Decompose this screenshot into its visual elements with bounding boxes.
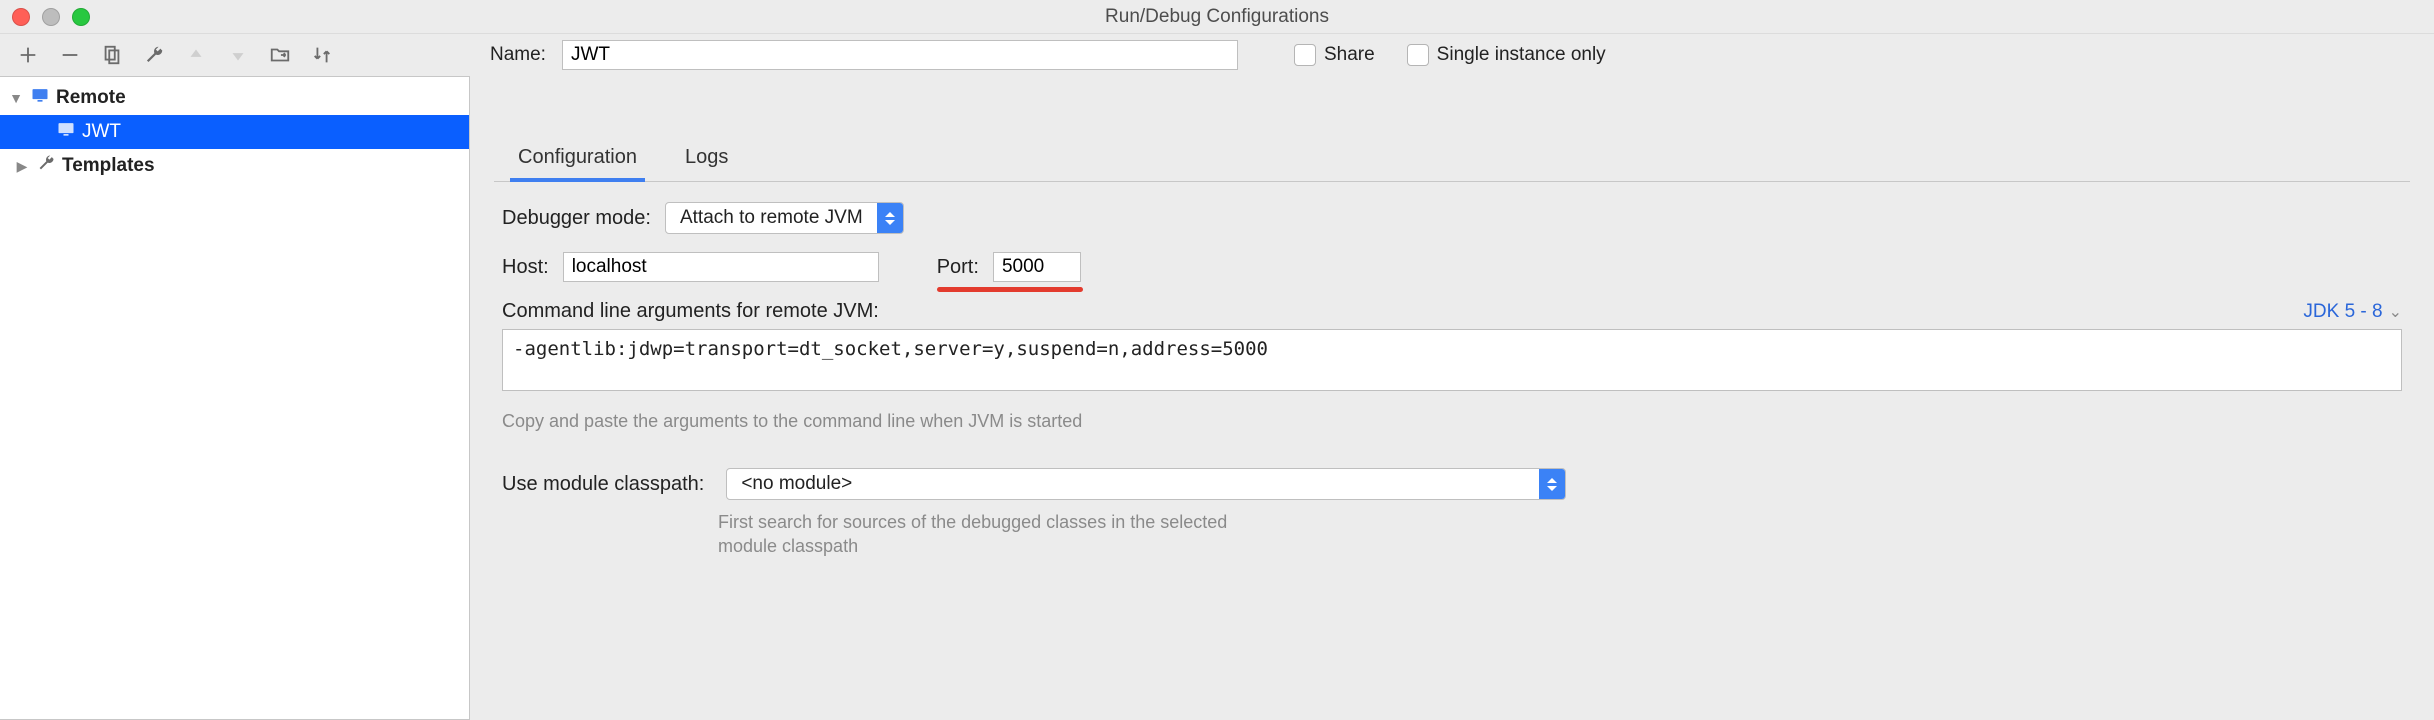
debugger-mode-value: Attach to remote JVM [666, 203, 877, 233]
port-label: Port: [937, 256, 979, 279]
chevron-down-icon: ⌄ [2389, 302, 2402, 322]
tab-label: Logs [685, 146, 728, 168]
tree-node-jwt[interactable]: JWT [0, 115, 469, 149]
copy-icon[interactable] [100, 43, 124, 67]
tree-node-remote[interactable]: ▼ Remote [0, 81, 469, 115]
share-checkbox-wrap[interactable]: Share [1294, 44, 1375, 66]
config-panel: Configuration Logs Debugger mode: Attach… [470, 76, 2434, 720]
remote-item-icon [56, 119, 76, 145]
config-form: Debugger mode: Attach to remote JVM Host… [494, 182, 2410, 559]
host-input[interactable] [563, 252, 879, 282]
debugger-mode-select[interactable]: Attach to remote JVM [665, 202, 904, 234]
tree-node-label: Templates [62, 155, 155, 177]
header-row: Name: Share Single instance only [490, 40, 2410, 70]
module-hint: First search for sources of the debugged… [718, 510, 1238, 559]
chevron-updown-icon [877, 203, 903, 233]
maximize-window-icon[interactable] [72, 8, 90, 26]
share-checkbox[interactable] [1294, 44, 1316, 66]
config-tree[interactable]: ▼ Remote JWT ▶ Templates [0, 76, 470, 720]
wrench-icon[interactable] [142, 43, 166, 67]
share-label: Share [1324, 44, 1375, 66]
jdk-version-link[interactable]: JDK 5 - 8 ⌄ [2303, 301, 2402, 323]
port-group: Port: [937, 252, 1081, 282]
chevron-down-icon[interactable]: ▼ [8, 90, 24, 106]
add-icon[interactable] [16, 43, 40, 67]
cmd-label-row: Command line arguments for remote JVM: J… [502, 300, 2402, 323]
host-port-row: Host: Port: [502, 252, 2402, 282]
chevron-right-icon[interactable]: ▶ [14, 158, 30, 174]
tab-configuration[interactable]: Configuration [514, 136, 641, 181]
single-instance-checkbox[interactable] [1407, 44, 1429, 66]
remove-icon[interactable] [58, 43, 82, 67]
debugger-mode-label: Debugger mode: [502, 207, 651, 230]
tree-node-templates[interactable]: ▶ Templates [0, 149, 469, 183]
chevron-updown-icon [1539, 469, 1565, 499]
config-tabs: Configuration Logs [494, 136, 2410, 182]
tab-logs[interactable]: Logs [681, 136, 732, 181]
highlight-underline-icon [937, 287, 1083, 292]
arrow-up-icon[interactable] [184, 43, 208, 67]
single-instance-label: Single instance only [1437, 44, 1606, 66]
titlebar: Run/Debug Configurations [0, 0, 2434, 34]
tab-label: Configuration [518, 146, 637, 168]
host-label: Host: [502, 256, 549, 279]
remote-icon [30, 85, 50, 111]
module-classpath-select[interactable]: <no module> [726, 468, 1566, 500]
module-classpath-value: <no module> [727, 469, 1539, 499]
cmd-label: Command line arguments for remote JVM: [502, 300, 879, 323]
name-label: Name: [490, 44, 546, 66]
single-instance-checkbox-wrap[interactable]: Single instance only [1407, 44, 1606, 66]
cmd-arguments-box[interactable] [502, 329, 2402, 391]
wrench-icon [36, 153, 56, 179]
tree-node-label: Remote [56, 87, 126, 109]
module-classpath-row: Use module classpath: <no module> [502, 468, 2402, 500]
sort-icon[interactable] [310, 43, 334, 67]
minimize-window-icon[interactable] [42, 8, 60, 26]
close-window-icon[interactable] [12, 8, 30, 26]
main-split: ▼ Remote JWT ▶ Templates [0, 76, 2434, 720]
folder-move-icon[interactable] [268, 43, 292, 67]
debugger-mode-row: Debugger mode: Attach to remote JVM [502, 202, 2402, 234]
cmd-hint: Copy and paste the arguments to the comm… [502, 411, 2402, 432]
port-input[interactable] [993, 252, 1081, 282]
window-controls [12, 8, 90, 26]
arrow-down-icon[interactable] [226, 43, 250, 67]
name-input[interactable] [562, 40, 1238, 70]
module-label: Use module classpath: [502, 473, 704, 496]
jdk-link-text: JDK 5 - 8 [2303, 301, 2382, 323]
tree-node-label: JWT [82, 121, 121, 143]
window-title: Run/Debug Configurations [0, 6, 2434, 28]
